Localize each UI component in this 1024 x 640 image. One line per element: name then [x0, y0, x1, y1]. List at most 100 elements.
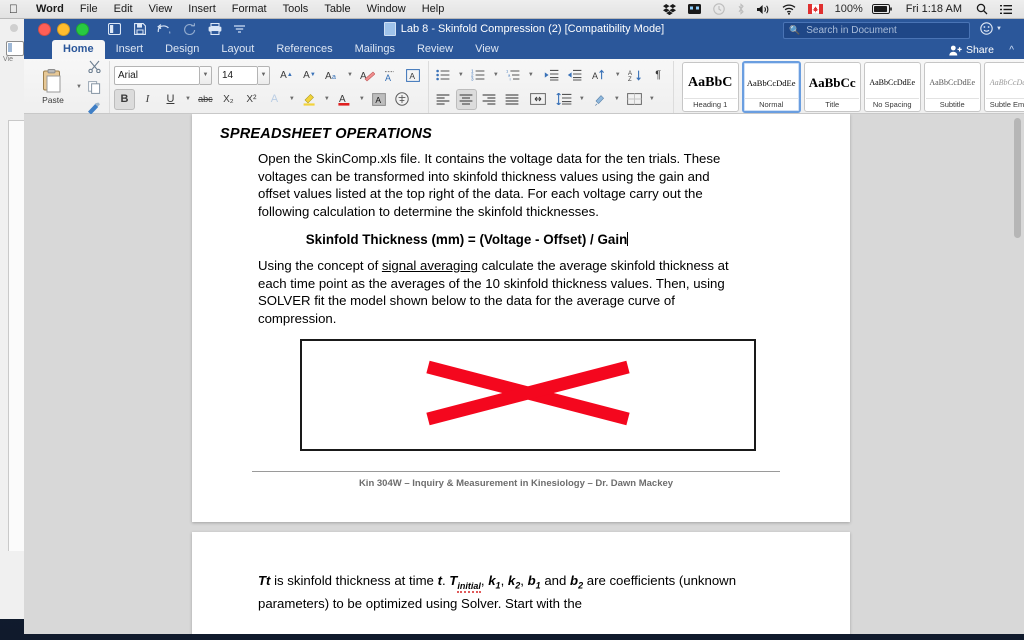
character-border-button[interactable]: A	[403, 65, 424, 86]
menu-bar-clock[interactable]: Fri 1:18 AM	[898, 3, 970, 15]
tab-view[interactable]: View	[464, 40, 510, 59]
tab-insert[interactable]: Insert	[105, 40, 155, 59]
increase-indent-button[interactable]	[564, 65, 585, 86]
broken-image-placeholder[interactable]	[300, 339, 756, 451]
change-case-button[interactable]: Aa	[322, 65, 343, 86]
chevron-up-icon[interactable]: ^	[1009, 45, 1014, 56]
bold-button[interactable]: B	[113, 88, 135, 110]
font-color-button[interactable]: A	[334, 89, 355, 110]
scrollbar-thumb[interactable]	[1014, 118, 1021, 238]
shrink-font-button[interactable]: A ▼	[299, 65, 320, 86]
search-input[interactable]	[804, 24, 964, 37]
signal-averaging-link[interactable]: signal averaging	[382, 258, 478, 273]
volume-icon[interactable]	[751, 4, 776, 15]
minimize-button[interactable]	[57, 22, 70, 36]
save-icon[interactable]	[132, 22, 147, 37]
print-icon[interactable]	[207, 22, 222, 37]
zoom-button[interactable]	[76, 22, 89, 36]
font-size-value[interactable]: 14	[217, 65, 258, 85]
redo-icon[interactable]	[182, 22, 197, 37]
character-shading-button[interactable]: A	[369, 89, 390, 110]
document-canvas[interactable]: SPREADSHEET OPERATIONS Open the SkinComp…	[24, 114, 1024, 634]
text-glow-dropdown-icon[interactable]: ▼	[287, 96, 297, 102]
text-direction-button[interactable]	[528, 89, 549, 110]
font-size-control[interactable]: 14 ▼	[217, 65, 270, 85]
subscript-button[interactable]: X₂	[218, 89, 239, 110]
share-button[interactable]: Share	[949, 44, 994, 56]
phonetic-guide-button[interactable]	[392, 89, 413, 110]
sort-az-button[interactable]: AZ	[625, 65, 646, 86]
highlight-dropdown-icon[interactable]: ▼	[322, 96, 332, 102]
strikethrough-button[interactable]: abc	[195, 89, 216, 110]
display-icon[interactable]	[682, 4, 707, 14]
align-right-button[interactable]	[479, 89, 500, 110]
menu-item-help[interactable]: Help	[414, 3, 453, 15]
style-normal[interactable]: AaBbCcDdEе Normal	[741, 61, 801, 113]
menu-item-tools[interactable]: Tools	[275, 3, 317, 15]
text-glow-button[interactable]: A	[264, 89, 285, 110]
bluetooth-icon[interactable]	[731, 3, 751, 15]
search-icon[interactable]	[970, 3, 994, 15]
dropbox-icon[interactable]	[657, 3, 682, 15]
paragraph-1[interactable]: Open the SkinComp.xls file. It contains …	[258, 150, 740, 220]
paragraph-shading-button[interactable]	[589, 89, 610, 110]
style-subtle-emphasis[interactable]: AaBbCcDdEе Subtle Emp...	[983, 62, 1024, 112]
numbered-list-button[interactable]: 123	[468, 65, 489, 86]
font-color-dropdown-icon[interactable]: ▼	[357, 96, 367, 102]
paste-dropdown-icon[interactable]: ▼	[74, 84, 84, 90]
menu-item-window[interactable]: Window	[359, 3, 414, 15]
notification-center-icon[interactable]	[994, 4, 1018, 15]
menu-item-file[interactable]: File	[72, 3, 106, 15]
sort-button[interactable]: A	[590, 65, 611, 86]
document-page-1[interactable]: SPREADSHEET OPERATIONS Open the SkinComp…	[192, 114, 850, 522]
tab-mailings[interactable]: Mailings	[344, 40, 406, 59]
superscript-button[interactable]: X²	[241, 89, 262, 110]
justify-button[interactable]	[502, 89, 523, 110]
chevron-down-icon[interactable]: ▼	[996, 26, 1002, 32]
bullet-dropdown-icon[interactable]: ▼	[456, 72, 466, 78]
paste-button[interactable]: Paste	[32, 69, 74, 105]
chevron-down-icon[interactable]: ▼	[257, 65, 270, 85]
undo-icon[interactable]	[157, 22, 172, 37]
menu-item-word[interactable]: Word	[28, 3, 72, 15]
paragraph-2[interactable]: Using the concept of signal averaging ca…	[258, 257, 740, 327]
underline-dropdown-icon[interactable]: ▼	[183, 96, 193, 102]
menu-item-table[interactable]: Table	[316, 3, 358, 15]
tab-design[interactable]: Design	[154, 40, 210, 59]
menu-item-format[interactable]: Format	[224, 3, 275, 15]
sidebar-toggle-icon[interactable]	[107, 22, 122, 37]
line-spacing-dropdown-icon[interactable]: ▼	[577, 96, 587, 102]
vertical-scrollbar[interactable]	[1013, 116, 1022, 634]
menu-item-view[interactable]: View	[141, 3, 181, 15]
multilevel-list-button[interactable]: 1ai	[503, 65, 524, 86]
show-formatting-marks-button[interactable]: ¶	[648, 65, 669, 86]
underline-button[interactable]: U	[160, 89, 181, 110]
multilevel-dropdown-icon[interactable]: ▼	[526, 72, 536, 78]
menu-item-edit[interactable]: Edit	[106, 3, 141, 15]
cut-button[interactable]	[84, 56, 105, 77]
font-name-control[interactable]: Arial ▼	[113, 65, 212, 85]
tab-references[interactable]: References	[265, 40, 343, 59]
apple-icon[interactable]: 	[0, 3, 28, 15]
line-spacing-button[interactable]	[554, 89, 575, 110]
tab-review[interactable]: Review	[406, 40, 464, 59]
sort-dropdown-icon[interactable]: ▼	[613, 72, 623, 78]
numbering-dropdown-icon[interactable]: ▼	[491, 72, 501, 78]
change-case-dropdown-icon[interactable]: ▼	[345, 72, 355, 78]
style-heading-1[interactable]: AaBbC Heading 1	[681, 62, 739, 112]
bullet-list-button[interactable]	[433, 65, 454, 86]
formula-line[interactable]: Skinfold Thickness (mm) = (Voltage - Off…	[232, 232, 702, 247]
timemachine-icon[interactable]	[707, 3, 731, 15]
align-center-button[interactable]	[455, 88, 477, 110]
style-no-spacing[interactable]: AaBbCcDdEе No Spacing	[863, 62, 921, 112]
shading-dropdown-icon[interactable]: ▼	[612, 96, 622, 102]
grow-font-button[interactable]: A ▲	[276, 65, 297, 86]
style-title[interactable]: AaBbCc Title	[803, 62, 861, 112]
copy-button[interactable]	[84, 77, 105, 98]
style-subtitle[interactable]: AaBbCcDdEe Subtitle	[923, 62, 981, 112]
chevron-down-icon[interactable]: ▼	[199, 65, 212, 85]
document-page-2[interactable]: Tt is skinfold thickness at time t. Tini…	[192, 532, 850, 634]
wifi-icon[interactable]	[776, 3, 802, 15]
flag-canada-icon[interactable]	[802, 4, 829, 14]
customize-toolbar-icon[interactable]	[232, 22, 247, 37]
